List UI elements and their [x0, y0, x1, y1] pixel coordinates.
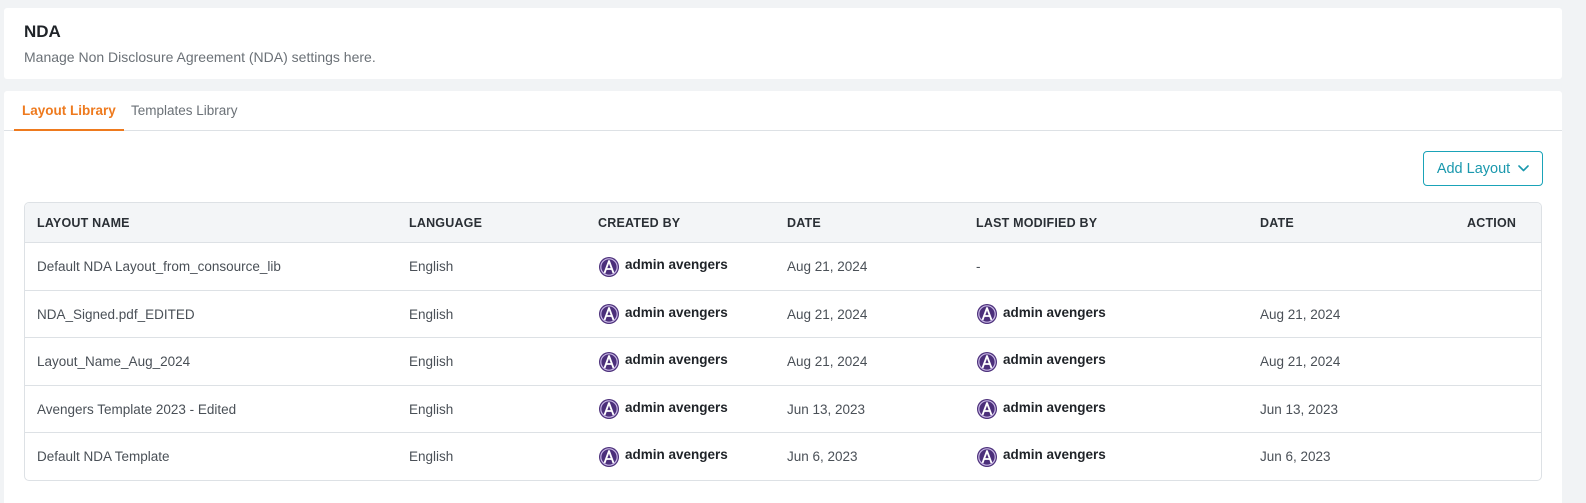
layouts-table: LAYOUT NAME LANGUAGE CREATED BY DATE LAS… — [24, 202, 1542, 481]
created-date-cell: Aug 21, 2024 — [787, 259, 868, 274]
layout-name-cell[interactable]: Default NDA Layout_from_consource_lib — [37, 243, 281, 290]
modified-date-cell: Aug 21, 2024 — [1260, 354, 1341, 369]
created-by-name: admin avengers — [625, 257, 728, 272]
column-header-layout-name[interactable]: LAYOUT NAME — [37, 203, 130, 243]
page-title: NDA — [24, 22, 61, 41]
modified-date-cell: Jun 13, 2023 — [1260, 401, 1339, 417]
created-by-cell: admin avengers — [598, 386, 728, 433]
created-by-cell: admin avengers — [598, 338, 728, 385]
language-cell: English — [409, 401, 454, 417]
language-cell: English — [409, 306, 454, 322]
layout-name-cell[interactable]: NDA_Signed.pdf_EDITED — [37, 291, 195, 338]
avatar-icon — [599, 351, 619, 372]
column-header-modified-date[interactable]: DATE — [1260, 203, 1294, 243]
avatar-icon — [599, 304, 619, 324]
table-row[interactable]: NDA_Signed.pdf_EDITED English admin avenge… — [25, 291, 1541, 338]
created-by-name: admin avengers — [625, 399, 728, 415]
modified-date-cell: Aug 21, 2024 — [1260, 306, 1341, 322]
column-header-language[interactable]: LANGUAGE — [409, 203, 482, 243]
table-row[interactable]: Layout_Name_Aug_2024 English admin avenger… — [25, 338, 1541, 386]
column-header-created-by[interactable]: CREATED BY — [598, 203, 680, 243]
created-by-cell: admin avengers — [598, 243, 728, 290]
last-modified-by-cell: admin avengers — [976, 386, 1106, 433]
page-subtitle: Manage Non Disclosure Agreement (NDA) se… — [24, 49, 376, 65]
last-modified-by-cell: admin avengers — [976, 291, 1106, 338]
table-row[interactable]: Default NDA Template English admin avenger… — [25, 433, 1541, 480]
avatar-icon — [977, 351, 997, 372]
column-header-action: ACTION — [1467, 216, 1517, 230]
table-row[interactable]: Avengers Template 2023 - Edited English ad… — [25, 386, 1541, 433]
language-cell: English — [409, 449, 454, 464]
tab-bar: Layout Library Templates Library — [4, 91, 1562, 131]
created-by-name: admin avengers — [625, 447, 728, 462]
created-by-cell: admin avengers — [598, 291, 728, 338]
created-date-cell: Jun 13, 2023 — [787, 401, 866, 417]
layout-name-cell[interactable]: Layout_Name_Aug_2024 — [37, 338, 190, 385]
last-modified-by-cell: - — [976, 259, 981, 274]
add-layout-label: Add Layout — [1436, 160, 1511, 177]
last-modified-by-name: admin avengers — [1003, 399, 1106, 415]
tab-layout-library[interactable]: Layout Library — [14, 91, 124, 131]
page-header: NDA Manage Non Disclosure Agreement (NDA… — [4, 8, 1562, 79]
language-cell: English — [409, 354, 454, 369]
last-modified-by-name: admin avengers — [1003, 447, 1106, 462]
avatar-icon — [599, 256, 619, 277]
last-modified-by-cell: admin avengers — [976, 338, 1106, 385]
created-by-name: admin avengers — [625, 304, 728, 320]
created-date-cell: Jun 6, 2023 — [787, 449, 858, 464]
language-cell: English — [409, 259, 454, 274]
created-date-cell: Aug 21, 2024 — [787, 354, 868, 369]
created-date-cell: Aug 21, 2024 — [787, 306, 868, 322]
chevron-down-icon — [1518, 165, 1529, 172]
modified-date-cell: Jun 6, 2023 — [1260, 449, 1331, 464]
table-row[interactable]: Default NDA Layout_from_consource_lib Eng… — [25, 243, 1541, 291]
layout-name-cell[interactable]: Default NDA Template — [37, 433, 170, 480]
avatar-icon — [977, 304, 997, 324]
avatar-icon — [599, 446, 619, 467]
add-layout-button[interactable]: Add Layout — [1423, 151, 1543, 186]
created-by-cell: admin avengers — [598, 433, 728, 480]
created-by-name: admin avengers — [625, 352, 728, 367]
layout-name-cell[interactable]: Avengers Template 2023 - Edited — [37, 386, 236, 433]
last-modified-by-name: admin avengers — [1003, 304, 1106, 320]
avatar-icon — [977, 399, 997, 419]
table-header: LAYOUT NAME LANGUAGE CREATED BY DATE LAS… — [25, 203, 1541, 243]
main-panel: Layout Library Templates Library Add Lay… — [4, 91, 1562, 503]
tab-templates-library[interactable]: Templates Library — [123, 91, 246, 131]
avatar-icon — [977, 446, 997, 467]
column-header-created-date[interactable]: DATE — [787, 203, 821, 243]
last-modified-by-name: admin avengers — [1003, 352, 1106, 367]
avatar-icon — [599, 399, 619, 419]
column-header-last-modified-by[interactable]: LAST MODIFIED BY — [976, 203, 1097, 243]
last-modified-by-cell: admin avengers — [976, 433, 1106, 480]
